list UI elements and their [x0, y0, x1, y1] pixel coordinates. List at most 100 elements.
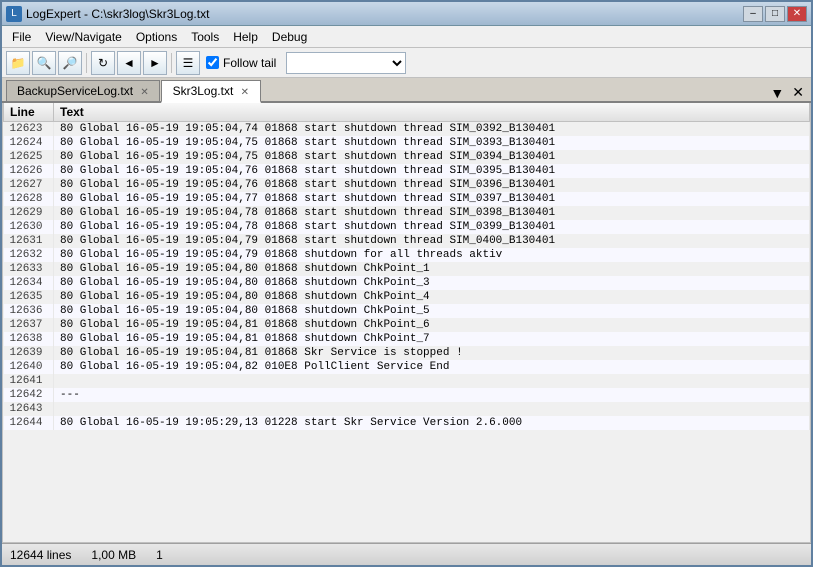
table-row: 12642--- [4, 388, 810, 402]
table-row: 1262480 Global 16-05-19 19:05:04,75 0186… [4, 136, 810, 150]
toolbar-separator-1 [86, 53, 87, 73]
table-row: 1263280 Global 16-05-19 19:05:04,79 0186… [4, 248, 810, 262]
cell-text: 80 Global 16-05-19 19:05:04,80 01868 shu… [54, 262, 810, 276]
title-controls: – □ ✕ [743, 6, 807, 22]
menu-debug[interactable]: Debug [266, 28, 313, 46]
cell-text: 80 Global 16-05-19 19:05:04,81 01868 shu… [54, 332, 810, 346]
cell-line: 12625 [4, 150, 54, 164]
minimize-button[interactable]: – [743, 6, 763, 22]
menu-tools[interactable]: Tools [185, 28, 225, 46]
title-bar: L LogExpert - C:\skr3log\Skr3Log.txt – □… [2, 2, 811, 26]
cell-line: 12630 [4, 220, 54, 234]
cell-text: 80 Global 16-05-19 19:05:04,78 01868 sta… [54, 220, 810, 234]
menu-bar: File View/Navigate Options Tools Help De… [2, 26, 811, 48]
cell-text: 80 Global 16-05-19 19:05:04,79 01868 shu… [54, 248, 810, 262]
cell-line: 12631 [4, 234, 54, 248]
menu-help[interactable]: Help [227, 28, 264, 46]
table-row: 12641 [4, 374, 810, 388]
col-header-line: Line [4, 103, 54, 122]
table-row: 1263980 Global 16-05-19 19:05:04,81 0186… [4, 346, 810, 360]
cell-text: 80 Global 16-05-19 19:05:04,74 01868 sta… [54, 122, 810, 137]
table-row: 1262780 Global 16-05-19 19:05:04,76 0186… [4, 178, 810, 192]
follow-tail-label[interactable]: Follow tail [223, 56, 276, 70]
toolbar: 📁 🔍 🔎 ↻ ◄ ► ☰ Follow tail [2, 48, 811, 78]
cell-text: 80 Global 16-05-19 19:05:04,76 01868 sta… [54, 164, 810, 178]
status-page: 1 [156, 548, 163, 562]
table-row: 1262880 Global 16-05-19 19:05:04,77 0186… [4, 192, 810, 206]
cell-line: 12642 [4, 388, 54, 402]
cell-line: 12633 [4, 262, 54, 276]
refresh-button[interactable]: ↻ [91, 51, 115, 75]
cell-line: 12644 [4, 416, 54, 430]
cell-line: 12637 [4, 318, 54, 332]
cell-text: 80 Global 16-05-19 19:05:04,80 01868 shu… [54, 276, 810, 290]
follow-tail-container: Follow tail [206, 56, 276, 70]
follow-tail-checkbox[interactable] [206, 56, 219, 69]
cell-line: 12639 [4, 346, 54, 360]
cell-line: 12632 [4, 248, 54, 262]
cell-line: 12636 [4, 304, 54, 318]
cell-text: 80 Global 16-05-19 19:05:04,82 010E8 Pol… [54, 360, 810, 374]
tabs-container: BackupServiceLog.txt ✕ Skr3Log.txt ✕ [6, 80, 261, 101]
cell-line: 12624 [4, 136, 54, 150]
open-button[interactable]: 📁 [6, 51, 30, 75]
cell-line: 12638 [4, 332, 54, 346]
tab-skr3log[interactable]: Skr3Log.txt ✕ [161, 80, 261, 103]
log-table-container[interactable]: Line Text 1262380 Global 16-05-19 19:05:… [2, 103, 811, 543]
cell-line: 12627 [4, 178, 54, 192]
tab-menu-button[interactable]: ▼ [767, 85, 787, 101]
cell-text [54, 374, 810, 388]
table-row: 1263480 Global 16-05-19 19:05:04,80 0186… [4, 276, 810, 290]
close-button[interactable]: ✕ [787, 6, 807, 22]
cell-text: 80 Global 16-05-19 19:05:04,80 01868 shu… [54, 290, 810, 304]
menu-file[interactable]: File [6, 28, 37, 46]
forward-button[interactable]: ► [143, 51, 167, 75]
table-row: 1263180 Global 16-05-19 19:05:04,79 0186… [4, 234, 810, 248]
table-row: 1263080 Global 16-05-19 19:05:04,78 0186… [4, 220, 810, 234]
table-row: 1262980 Global 16-05-19 19:05:04,78 0186… [4, 206, 810, 220]
status-size: 1,00 MB [91, 548, 136, 562]
cell-line: 12626 [4, 164, 54, 178]
cell-text: 80 Global 16-05-19 19:05:04,81 01868 shu… [54, 318, 810, 332]
cell-text [54, 402, 810, 416]
status-lines: 12644 lines [10, 548, 71, 562]
table-row: 1262680 Global 16-05-19 19:05:04,76 0186… [4, 164, 810, 178]
table-row: 1262580 Global 16-05-19 19:05:04,75 0186… [4, 150, 810, 164]
tab-backup-service[interactable]: BackupServiceLog.txt ✕ [6, 80, 160, 101]
window-title: LogExpert - C:\skr3log\Skr3Log.txt [26, 7, 209, 21]
app-icon: L [6, 6, 22, 22]
tab-close-all-button[interactable]: ✕ [789, 84, 807, 101]
back-button[interactable]: ◄ [117, 51, 141, 75]
cell-text: 80 Global 16-05-19 19:05:04,80 01868 shu… [54, 304, 810, 318]
tab-close-backup[interactable]: ✕ [140, 87, 148, 98]
cell-line: 12643 [4, 402, 54, 416]
table-row: 1264480 Global 16-05-19 19:05:29,13 0122… [4, 416, 810, 430]
cell-line: 12623 [4, 122, 54, 137]
maximize-button[interactable]: □ [765, 6, 785, 22]
table-row: 1263580 Global 16-05-19 19:05:04,80 0186… [4, 290, 810, 304]
cell-text: 80 Global 16-05-19 19:05:04,75 01868 sta… [54, 150, 810, 164]
cell-text: 80 Global 16-05-19 19:05:04,76 01868 sta… [54, 178, 810, 192]
log-table: Line Text 1262380 Global 16-05-19 19:05:… [3, 103, 810, 430]
tab-controls: ▼ ✕ [767, 84, 807, 101]
menu-view-navigate[interactable]: View/Navigate [39, 28, 128, 46]
table-row: 1264080 Global 16-05-19 19:05:04,82 010E… [4, 360, 810, 374]
cell-line: 12634 [4, 276, 54, 290]
toolbar-separator-2 [171, 53, 172, 73]
bookmark-button[interactable]: ☰ [176, 51, 200, 75]
log-table-body: 1262380 Global 16-05-19 19:05:04,74 0186… [4, 122, 810, 431]
filter-dropdown[interactable] [286, 52, 406, 74]
main-window: L LogExpert - C:\skr3log\Skr3Log.txt – □… [0, 0, 813, 567]
menu-options[interactable]: Options [130, 28, 183, 46]
status-bar: 12644 lines 1,00 MB 1 [2, 543, 811, 565]
cell-line: 12640 [4, 360, 54, 374]
tab-bar: BackupServiceLog.txt ✕ Skr3Log.txt ✕ ▼ ✕ [2, 78, 811, 103]
search2-button[interactable]: 🔎 [58, 51, 82, 75]
search-button[interactable]: 🔍 [32, 51, 56, 75]
cell-text: 80 Global 16-05-19 19:05:04,75 01868 sta… [54, 136, 810, 150]
cell-text: 80 Global 16-05-19 19:05:04,78 01868 sta… [54, 206, 810, 220]
tab-close-skr3[interactable]: ✕ [241, 87, 249, 98]
table-row: 1262380 Global 16-05-19 19:05:04,74 0186… [4, 122, 810, 137]
tab-label-backup: BackupServiceLog.txt [17, 84, 133, 98]
cell-line: 12629 [4, 206, 54, 220]
